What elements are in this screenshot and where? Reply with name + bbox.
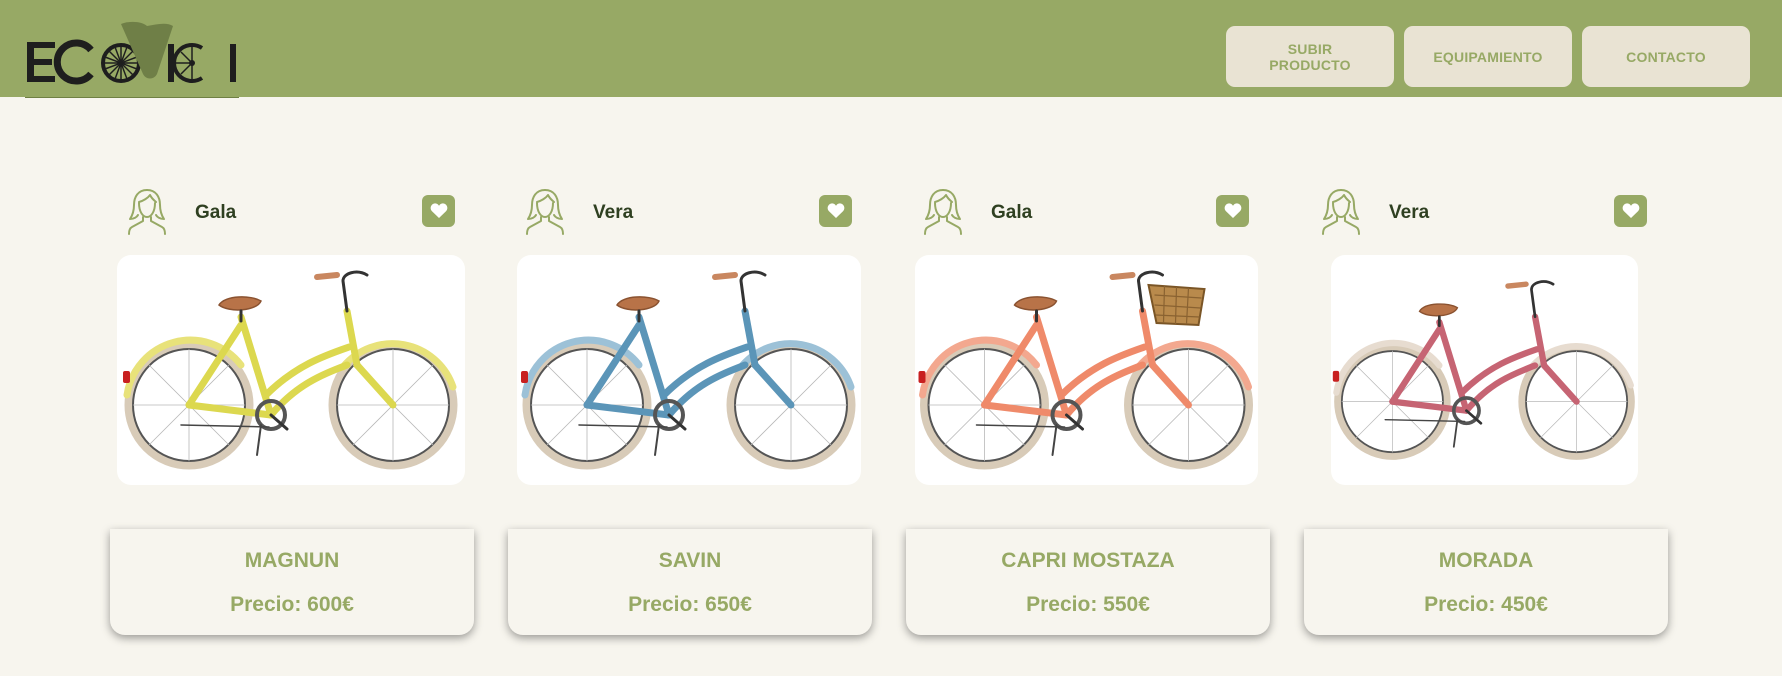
- product-info: MAGNUN Precio: 600€: [110, 529, 474, 635]
- user-outline-icon: [128, 189, 166, 235]
- product-name: CAPRI MOSTAZA: [1001, 549, 1175, 572]
- seller-row: Gala: [110, 180, 474, 250]
- product-name: MAGNUN: [244, 549, 340, 572]
- bicycle-illustration: [123, 270, 458, 470]
- product-image[interactable]: [117, 255, 465, 485]
- nav-equipamiento-label: EQUIPAMIENTO: [1433, 48, 1543, 65]
- favorite-button[interactable]: [422, 195, 455, 227]
- seller-name: Gala: [195, 202, 237, 223]
- product-card-3[interactable]: Gala CAPRI MOSTAZA Precio: 550€: [906, 180, 1270, 635]
- product-card-2[interactable]: Vera SAVIN Precio: 650€: [508, 180, 872, 635]
- nav-subir-producto-button[interactable]: SUBIR PRODUCTO: [1226, 26, 1394, 87]
- ecovici-logo: [27, 21, 236, 85]
- product-image[interactable]: [517, 255, 861, 485]
- bicycle-illustration: [1332, 280, 1635, 460]
- product-price: Precio: 450€: [1424, 593, 1548, 616]
- user-outline-icon: [526, 189, 564, 235]
- seller-row: Gala: [906, 180, 1270, 250]
- favorite-button[interactable]: [819, 195, 852, 227]
- product-info: MORADA Precio: 450€: [1304, 529, 1668, 635]
- heart-icon: [1622, 203, 1639, 218]
- bicycle-illustration: [918, 270, 1253, 470]
- seller-name: Gala: [991, 202, 1033, 223]
- product-card-1[interactable]: Gala MAGNUN Precio: 600€: [110, 180, 474, 635]
- heart-icon: [1224, 203, 1241, 218]
- nav-equipamiento-button[interactable]: EQUIPAMIENTO: [1404, 26, 1572, 87]
- nav-contacto-label: CONTACTO: [1626, 48, 1706, 65]
- seller-row: Vera: [508, 180, 872, 250]
- heart-icon: [430, 203, 447, 218]
- favorite-button[interactable]: [1614, 195, 1647, 227]
- product-info: CAPRI MOSTAZA Precio: 550€: [906, 529, 1270, 635]
- product-name: SAVIN: [658, 549, 722, 572]
- product-image[interactable]: [915, 255, 1258, 485]
- seller-name: Vera: [593, 202, 634, 223]
- product-price: Precio: 550€: [1026, 593, 1150, 616]
- product-image[interactable]: [1331, 255, 1638, 485]
- product-price: Precio: 650€: [628, 593, 752, 616]
- product-name: MORADA: [1438, 549, 1534, 572]
- favorite-button[interactable]: [1216, 195, 1249, 227]
- user-outline-icon: [924, 189, 962, 235]
- product-card-4[interactable]: Vera MORADA Precio: 450€: [1304, 180, 1668, 635]
- heart-icon: [827, 203, 844, 218]
- site-header: SUBIR PRODUCTO EQUIPAMIENTO CONTACTO: [0, 0, 1782, 98]
- nav-subir-producto-label: SUBIR PRODUCTO: [1269, 40, 1351, 73]
- bicycle-illustration: [521, 270, 856, 470]
- seller-row: Vera: [1304, 180, 1668, 250]
- product-price: Precio: 600€: [230, 593, 354, 616]
- logo[interactable]: [25, 20, 239, 98]
- user-outline-icon: [1322, 189, 1360, 235]
- product-info: SAVIN Precio: 650€: [508, 529, 872, 635]
- nav-contacto-button[interactable]: CONTACTO: [1582, 26, 1750, 87]
- seller-name: Vera: [1389, 202, 1430, 223]
